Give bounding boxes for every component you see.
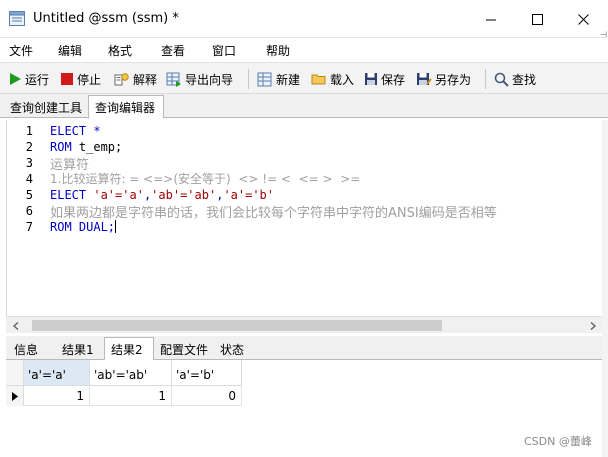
caret-right-icon xyxy=(11,391,18,401)
column-header[interactable]: 'a'='b' xyxy=(172,360,242,386)
new-button[interactable]: 新建 xyxy=(257,69,300,89)
close-icon xyxy=(577,13,589,25)
table-cell[interactable]: 0 xyxy=(172,386,242,406)
editor-horizontal-scrollbar[interactable] xyxy=(6,316,602,333)
current-row-indicator xyxy=(6,386,24,406)
tab-result1[interactable]: 结果1 xyxy=(56,338,100,360)
comment-token: 如果两边都是字符串的话，我们会比较每个字符串中字符的ANSI编码是否相等 xyxy=(50,206,497,221)
line-number: 5 xyxy=(25,188,33,202)
find-label: 查找 xyxy=(512,72,537,87)
result-tab-bar: 信息 结果1 结果2 配置文件 状态 xyxy=(6,336,602,361)
stop-icon xyxy=(61,73,73,85)
string-token: 'ab'='ab' xyxy=(151,188,217,202)
menu-edit[interactable]: 编辑 xyxy=(58,42,82,59)
stop-label: 停止 xyxy=(77,72,102,87)
new-query-icon xyxy=(257,72,272,86)
result-grid[interactable]: 'a'='a' 'ab'='ab' 'a'='b' 1 1 0 xyxy=(6,360,602,457)
menu-help[interactable]: 帮助 xyxy=(266,42,290,59)
window-title: Untitled @ssm (ssm) * xyxy=(33,11,179,26)
keyword-token: ROM xyxy=(50,140,72,154)
column-header[interactable]: 'ab'='ab' xyxy=(90,360,172,386)
scroll-thumb[interactable] xyxy=(32,320,442,331)
line-number-gutter: 1 2 3 4 5 6 7 xyxy=(7,120,39,316)
tab-info[interactable]: 信息 xyxy=(8,338,44,360)
save-as-label: 另存为 xyxy=(435,72,472,87)
window-right-edge xyxy=(602,120,608,457)
tab-status[interactable]: 状态 xyxy=(214,338,250,360)
tab-profile[interactable]: 配置文件 xyxy=(154,338,214,360)
toolbar-separator xyxy=(485,69,486,89)
column-header[interactable]: 'a'='a' xyxy=(24,360,90,386)
toolbar-separator xyxy=(248,69,249,89)
load-label: 载入 xyxy=(330,72,355,87)
line-number: 3 xyxy=(25,156,33,170)
table-cell[interactable]: 1 xyxy=(90,386,172,406)
code-line-7: ROM DUAL; xyxy=(50,220,117,234)
minimize-button[interactable] xyxy=(468,0,514,38)
explain-button[interactable]: 解释 xyxy=(114,69,157,89)
code-line-5: ELECT 'a'='a','ab'='ab','a'='b' xyxy=(50,188,275,202)
search-icon xyxy=(494,72,509,87)
line-number: 2 xyxy=(25,140,33,154)
line-number: 1 xyxy=(25,124,33,138)
line-number: 6 xyxy=(25,204,33,218)
sql-editor[interactable]: 1 2 3 4 5 6 7 ELECT * ROM t_emp; 运算符 1.比… xyxy=(6,120,602,316)
code-line-2: ROM t_emp; xyxy=(50,140,122,154)
code-line-4: 1.比较运算符: = <=>(安全等于) <> != < <= > >= xyxy=(50,170,360,187)
table-cell[interactable]: 1 xyxy=(24,386,90,406)
title-bar: Untitled @ssm (ssm) * xyxy=(0,0,608,38)
line-number: 7 xyxy=(25,220,33,234)
code-line-6: 如果两边都是字符串的话，我们会比较每个字符串中字符的ANSI编码是否相等 xyxy=(50,202,497,221)
editor-tab-bar: 查询创建工具 查询编辑器 xyxy=(0,94,608,119)
menu-format[interactable]: 格式 xyxy=(108,42,132,59)
export-wizard-button[interactable]: 导出向导 xyxy=(166,69,233,89)
watermark: CSDN @蕾峰 xyxy=(524,435,592,448)
run-button[interactable]: 运行 xyxy=(8,69,49,89)
code-token: t_emp; xyxy=(71,140,123,154)
save-as-button[interactable]: 另存为 xyxy=(416,69,471,89)
tab-result2[interactable]: 结果2 xyxy=(104,337,154,361)
save-icon xyxy=(365,73,377,85)
play-icon xyxy=(10,73,21,85)
run-label: 运行 xyxy=(25,72,50,87)
tab-query-editor[interactable]: 查询编辑器 xyxy=(88,95,164,119)
export-wizard-label: 导出向导 xyxy=(185,72,234,87)
menu-view[interactable]: 查看 xyxy=(161,42,185,59)
navicat-app-icon xyxy=(9,11,25,26)
code-line-1: ELECT * xyxy=(50,124,101,138)
keyword-token: ROM DUAL; xyxy=(50,220,116,234)
scroll-left-button[interactable] xyxy=(7,317,24,334)
menu-file[interactable]: 文件 xyxy=(9,42,33,59)
maximize-icon xyxy=(531,13,543,25)
find-button[interactable]: 查找 xyxy=(494,69,536,89)
string-token: 'a'='b' xyxy=(223,188,275,202)
export-icon xyxy=(166,72,181,87)
menu-bar: 文件 编辑 格式 查看 窗口 帮助 xyxy=(0,38,608,62)
explain-icon xyxy=(114,72,129,85)
save-label: 保存 xyxy=(381,72,406,87)
string-token: 'a'='a' xyxy=(93,188,144,202)
new-label: 新建 xyxy=(276,72,301,87)
line-number: 4 xyxy=(25,172,33,186)
toolbar: 运行 停止 解释 导出向导 新建 载入 保存 另存为 查找 xyxy=(0,62,608,94)
keyword-token: ELECT xyxy=(50,188,87,202)
menu-window[interactable]: 窗口 xyxy=(212,42,236,59)
text-caret xyxy=(115,220,117,233)
explain-label: 解释 xyxy=(133,72,158,87)
stop-button[interactable]: 停止 xyxy=(60,69,101,89)
grid-corner xyxy=(6,360,24,386)
chevron-left-icon xyxy=(12,321,18,330)
minimize-icon xyxy=(485,19,496,20)
save-as-icon xyxy=(417,73,432,85)
load-button[interactable]: 载入 xyxy=(311,69,354,89)
comment-token: 1.比较运算符: = <=>(安全等于) <> != < <= > >= xyxy=(50,172,361,186)
scroll-right-button[interactable] xyxy=(584,317,601,334)
keyword-token: ELECT * xyxy=(50,124,101,138)
maximize-button[interactable] xyxy=(514,0,560,38)
folder-open-icon xyxy=(311,74,326,85)
tab-query-builder[interactable]: 查询创建工具 xyxy=(4,96,88,118)
chevron-right-icon xyxy=(590,321,596,330)
save-button[interactable]: 保存 xyxy=(364,69,405,89)
